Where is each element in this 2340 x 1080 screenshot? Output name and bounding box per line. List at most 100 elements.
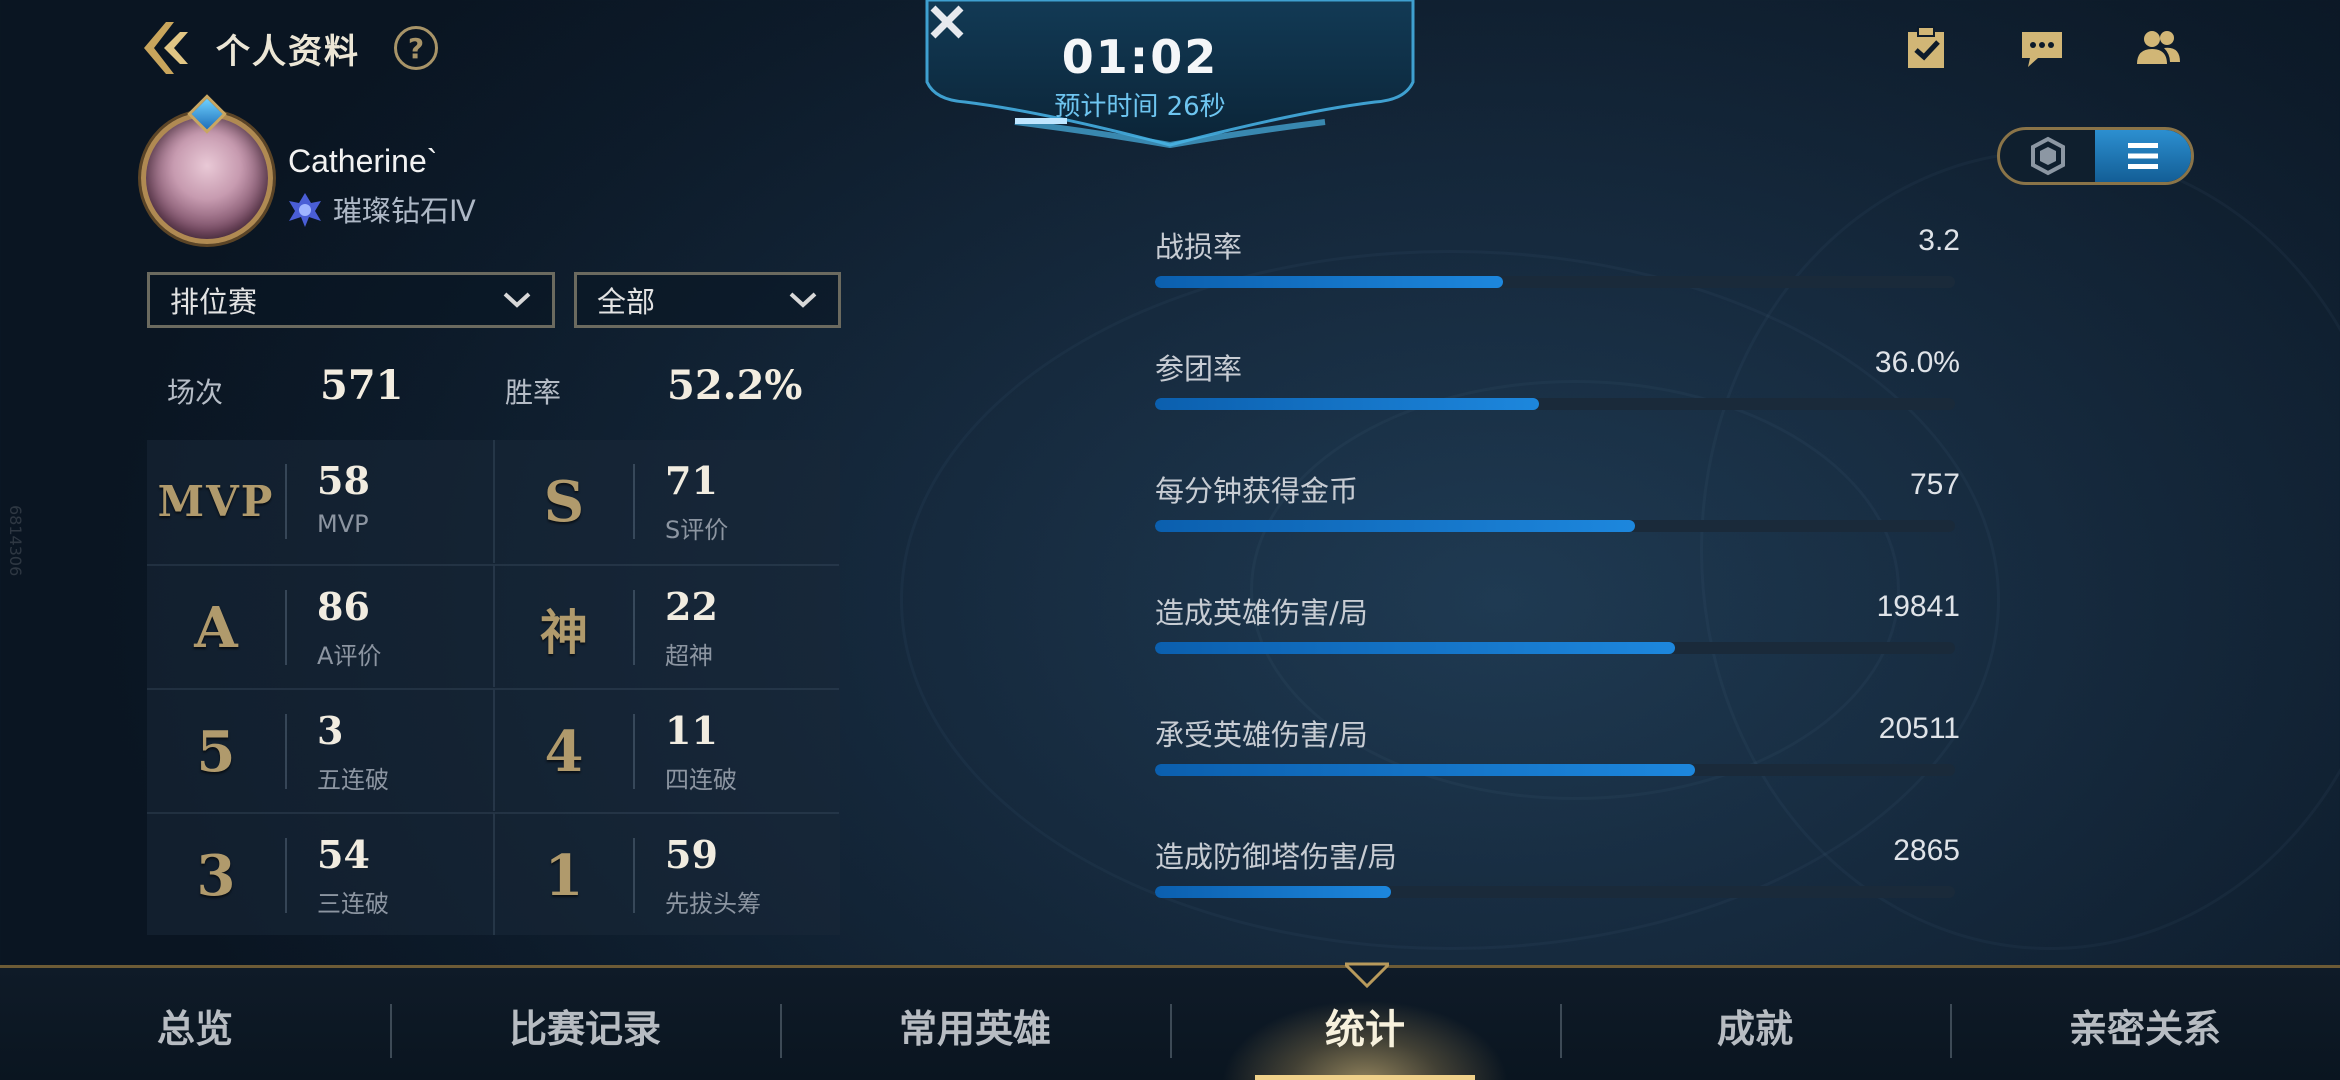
grid-label: 先拔头筹 — [665, 890, 761, 918]
stat-bar-fill — [1155, 764, 1695, 776]
hexagon-icon — [2030, 136, 2065, 176]
grid-label: A评价 — [317, 642, 382, 670]
mode-select-value: 排位赛 — [170, 285, 258, 319]
stat-bar-fill — [1155, 276, 1503, 288]
help-icon[interactable]: ? — [394, 26, 438, 70]
grid-label: 三连破 — [317, 890, 389, 918]
list-view-button[interactable] — [2095, 130, 2191, 182]
games-value: 571 — [320, 362, 404, 409]
grid-value: 22 — [665, 584, 718, 629]
tab-match-history[interactable]: 比赛记录 — [390, 968, 780, 1080]
diamond-rank-icon — [289, 193, 321, 227]
view-mode-toggle[interactable] — [1997, 127, 2194, 185]
grid-cell-first-blood: 1 59 先拔头筹 — [493, 812, 839, 935]
stat-bar-track — [1155, 642, 1955, 654]
stat-row-hero-damage-taken: 承受英雄伤害/局 20511 — [1155, 712, 1960, 792]
grid-label: S评价 — [665, 516, 729, 544]
tab-achievements[interactable]: 成就 — [1560, 968, 1950, 1080]
chevron-down-icon — [503, 292, 531, 308]
matchmaking-timer: 01:02 预计时间 26秒 — [925, 0, 1415, 148]
stat-row-tower-damage: 造成防御塔伤害/局 2865 — [1155, 834, 1960, 914]
stat-label: 参团率 — [1155, 352, 1243, 386]
timer-estimate: 预计时间 26秒 — [1054, 92, 1226, 122]
stat-value: 757 — [1909, 468, 1960, 501]
hexagon-view-button[interactable] — [2000, 130, 2095, 182]
grid-value: 54 — [317, 832, 370, 877]
summary-row: 场次 571 胜率 52.2% — [167, 362, 847, 417]
stat-value: 2865 — [1893, 834, 1960, 867]
grid-cell-penta: 5 3 五连破 — [147, 688, 493, 811]
header: 个人资料 ? — [140, 18, 438, 78]
grid-value: 86 — [317, 584, 370, 629]
tab-overview[interactable]: 总览 — [0, 968, 390, 1080]
stat-label: 承受英雄伤害/局 — [1155, 718, 1368, 752]
chevron-down-icon — [789, 292, 817, 308]
page-title: 个人资料 — [216, 31, 360, 72]
stat-bar-fill — [1155, 398, 1539, 410]
rank-label: 璀璨钻石Ⅳ — [333, 194, 476, 228]
mode-select[interactable]: 排位赛 — [147, 272, 555, 328]
grid-label: 五连破 — [317, 766, 389, 794]
scope-select-value: 全部 — [597, 285, 656, 319]
stat-row-damage-taken-ratio: 战损率 3.2 — [1155, 224, 1960, 304]
stat-bar-fill — [1155, 886, 1391, 898]
stat-row-teamfight-participation: 参团率 36.0% — [1155, 346, 1960, 426]
grid-label: 四连破 — [665, 766, 737, 794]
stat-row-gold-per-minute: 每分钟获得金币 757 — [1155, 468, 1960, 548]
first-blood-badge-icon: 1 — [544, 842, 584, 909]
winrate-label: 胜率 — [505, 376, 562, 409]
rank-row: 璀璨钻石Ⅳ — [285, 188, 476, 230]
stat-value: 36.0% — [1874, 346, 1960, 379]
active-tab-indicator — [1255, 1075, 1475, 1080]
chat-message-icon[interactable] — [2018, 24, 2066, 72]
friends-icon[interactable] — [2134, 24, 2182, 72]
avatar[interactable] — [135, 94, 280, 250]
stat-bar-track — [1155, 276, 1955, 288]
grid-value: 11 — [665, 708, 718, 753]
grid-cell-a: A 86 A评价 — [147, 564, 493, 687]
scope-select[interactable]: 全部 — [574, 272, 841, 328]
stat-value: 3.2 — [1918, 224, 1960, 257]
back-arrow-icon[interactable] — [140, 18, 200, 78]
grid-value: 59 — [665, 832, 718, 877]
grid-label: 超神 — [665, 642, 713, 670]
stat-value: 19841 — [1876, 590, 1960, 623]
bottom-tab-bar: 总览 比赛记录 常用英雄 统计 成就 亲密关系 — [0, 965, 2340, 1080]
games-label: 场次 — [167, 376, 224, 409]
tab-relationships[interactable]: 亲密关系 — [1950, 968, 2340, 1080]
list-icon — [2128, 143, 2158, 169]
stat-value: 20511 — [1878, 712, 1960, 745]
timer-elapsed: 01:02 — [1061, 30, 1219, 84]
grid-cell-s: S 71 S评价 — [493, 440, 839, 563]
winrate-value: 52.2% — [667, 362, 803, 409]
triple-kill-badge-icon: 3 — [196, 842, 236, 909]
mvp-badge-icon: MVP — [157, 477, 275, 526]
stat-bar-fill — [1155, 642, 1675, 654]
grid-cell-mvp: MVP 58 MVP — [147, 440, 493, 563]
tab-favorite-heroes[interactable]: 常用英雄 — [780, 968, 1170, 1080]
task-checklist-icon[interactable] — [1902, 24, 1950, 72]
stat-label: 战损率 — [1155, 230, 1243, 264]
stat-bar-track — [1155, 764, 1955, 776]
a-rating-badge-icon: A — [194, 594, 238, 661]
quadra-kill-badge-icon: 4 — [544, 718, 584, 785]
stat-label: 每分钟获得金币 — [1155, 474, 1359, 508]
grid-cell-legendary: 神 22 超神 — [493, 564, 839, 687]
stat-bar-track — [1155, 886, 1955, 898]
stat-label: 造成英雄伤害/局 — [1155, 596, 1368, 630]
grid-cell-quadra: 4 11 四连破 — [493, 688, 839, 811]
legendary-badge-icon: 神 — [539, 604, 588, 661]
s-rating-badge-icon: S — [543, 468, 585, 535]
grid-label: MVP — [317, 510, 369, 538]
stat-bar-fill — [1155, 520, 1635, 532]
active-tab-arrow-icon — [1345, 962, 1389, 988]
player-name: Catherine` — [288, 143, 438, 179]
watermark-id: 6814306 — [6, 505, 25, 577]
grid-value: 3 — [317, 708, 344, 753]
stat-bar-track — [1155, 398, 1955, 410]
stat-bar-track — [1155, 520, 1955, 532]
rating-grid: MVP 58 MVP S 71 S评价 A 86 A评价 神 22 超神 5 3… — [147, 440, 840, 935]
grid-value: 58 — [317, 458, 370, 503]
cancel-matchmaking-close-icon[interactable] — [925, 0, 969, 44]
penta-kill-badge-icon: 5 — [196, 718, 236, 785]
